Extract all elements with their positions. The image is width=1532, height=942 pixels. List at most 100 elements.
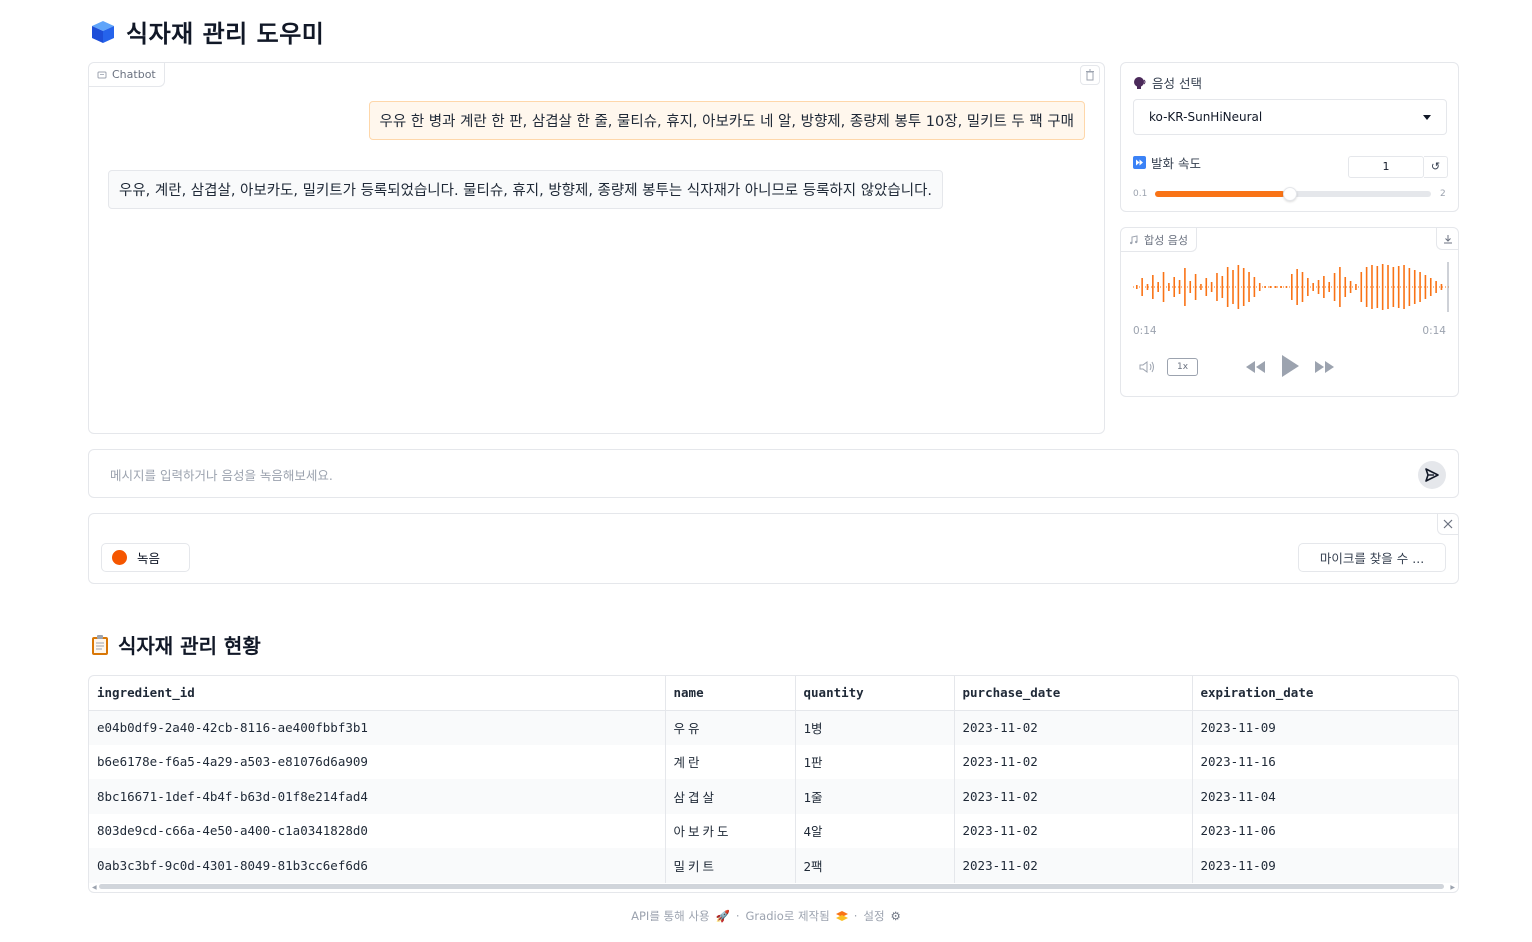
waveform-bar bbox=[1146, 284, 1149, 290]
record-button[interactable]: 녹음 bbox=[101, 543, 190, 572]
table-cell[interactable]: 아보카도 bbox=[665, 813, 796, 848]
table-cell[interactable]: 1판 bbox=[795, 744, 955, 779]
column-header[interactable]: purchase_date bbox=[954, 676, 1193, 711]
waveform-bar bbox=[1381, 264, 1384, 310]
table-cell[interactable]: 계란 bbox=[665, 744, 796, 779]
playback-rate-button[interactable]: 1x bbox=[1167, 358, 1198, 376]
rewind-icon bbox=[1246, 361, 1265, 373]
waveform-bar bbox=[1194, 274, 1197, 300]
audio-waveform[interactable] bbox=[1133, 262, 1449, 312]
inventory-table: ingredient_id name quantity purchase_dat… bbox=[89, 676, 1458, 883]
table-cell[interactable]: 2023-11-06 bbox=[1192, 814, 1458, 849]
voice-dropdown[interactable]: ko-KR-SunHiNeural bbox=[1133, 99, 1447, 135]
table-cell[interactable]: 2023-11-02 bbox=[954, 813, 1193, 848]
table-cell[interactable]: 1줄 bbox=[795, 779, 955, 814]
table-cell[interactable]: 803de9cd-c66a-4e50-a400-c1a0341828d0 bbox=[89, 813, 666, 848]
chatbot-panel: Chatbot 우유 한 병과 계란 한 판, 삼겹살 한 줄, 물티슈, 휴지… bbox=[88, 62, 1105, 434]
speed-reset-button[interactable]: ↺ bbox=[1424, 156, 1448, 178]
fast-forward-button[interactable] bbox=[1313, 358, 1337, 376]
app-header: 식자재 관리 도우미 bbox=[90, 14, 324, 49]
waveform-bar bbox=[1301, 272, 1304, 302]
speed-label: 발화 속도 bbox=[1133, 153, 1201, 172]
table-cell[interactable]: 2팩 bbox=[795, 848, 955, 883]
table-header-row: ingredient_id name quantity purchase_dat… bbox=[89, 676, 1458, 711]
play-button[interactable] bbox=[1278, 352, 1302, 380]
speed-slider-thumb[interactable] bbox=[1282, 187, 1297, 201]
page-title: 식자재 관리 도우미 bbox=[126, 20, 325, 48]
table-cell[interactable]: 2023-11-02 bbox=[954, 710, 1193, 745]
waveform-bar bbox=[1403, 265, 1405, 309]
waveform-bar bbox=[1221, 276, 1224, 298]
waveform-bar bbox=[1242, 268, 1245, 306]
message-input-placeholder[interactable]: 메시지를 입력하거나 음성을 녹음해보세요. bbox=[110, 465, 333, 484]
waveform-bar bbox=[1296, 269, 1298, 305]
table-cell[interactable]: 2023-11-04 bbox=[1192, 779, 1458, 814]
speed-slider[interactable] bbox=[1155, 187, 1431, 201]
horizontal-scrollbar[interactable] bbox=[99, 884, 1444, 889]
waveform-bar bbox=[1189, 281, 1192, 293]
table-cell[interactable]: 4알 bbox=[795, 813, 955, 848]
message-input-box[interactable]: 메시지를 입력하거나 음성을 녹음해보세요. bbox=[88, 449, 1459, 498]
voice-settings-panel: 음성 선택 ko-KR-SunHiNeural 발화 속도 1 ↺ 0.1 2 bbox=[1120, 62, 1459, 212]
play-icon bbox=[1282, 355, 1299, 377]
volume-button[interactable] bbox=[1137, 358, 1159, 376]
table-cell[interactable]: 1병 bbox=[795, 710, 955, 745]
table-cell[interactable]: 밀키트 bbox=[665, 848, 796, 883]
table-cell[interactable]: 8bc16671-1def-4b4f-b63d-01f8e214fad4 bbox=[89, 779, 666, 814]
user-message: 우유 한 병과 계란 한 판, 삼겹살 한 줄, 물티슈, 휴지, 아보카도 네… bbox=[368, 101, 1085, 140]
table-cell[interactable]: 2023-11-09 bbox=[1192, 710, 1458, 745]
audio-total-time: 0:14 bbox=[1422, 325, 1446, 337]
footer-api-link[interactable]: API를 통해 사용 bbox=[631, 908, 709, 924]
table-cell[interactable]: 우유 bbox=[665, 710, 796, 745]
chatbot-label: Chatbot bbox=[112, 68, 156, 81]
send-button[interactable] bbox=[1418, 461, 1446, 489]
waveform-bar bbox=[1392, 267, 1395, 307]
close-icon bbox=[1443, 519, 1453, 529]
music-note-icon bbox=[1130, 234, 1138, 244]
waveform-bar bbox=[1205, 278, 1208, 296]
scroll-left-icon[interactable]: ◀ bbox=[92, 884, 97, 891]
waveform-bar bbox=[1157, 282, 1159, 292]
column-header[interactable]: expiration_date bbox=[1192, 676, 1458, 711]
table-cell[interactable]: e04b0df9-2a40-42cb-8116-ae400fbbf3b1 bbox=[89, 710, 666, 745]
waveform-bar bbox=[1253, 277, 1256, 297]
table-cell[interactable]: 2023-11-16 bbox=[1192, 745, 1458, 780]
footer-gradio-link[interactable]: Gradio로 제작됨 bbox=[746, 908, 830, 924]
waveform-bar bbox=[1333, 273, 1336, 301]
waveform-bar bbox=[1360, 272, 1363, 302]
table-cell[interactable]: b6e6178e-f6a5-4a29-a503-e81076d6a909 bbox=[89, 744, 666, 779]
clear-chat-button[interactable] bbox=[1080, 65, 1100, 85]
waveform-bar bbox=[1371, 265, 1373, 309]
table-cell[interactable]: 2023-11-02 bbox=[954, 779, 1193, 814]
audio-current-time: 0:14 bbox=[1133, 325, 1157, 337]
chat-icon bbox=[97, 71, 107, 78]
column-header[interactable]: ingredient_id bbox=[89, 676, 666, 711]
waveform-bar bbox=[1152, 275, 1154, 299]
waveform-bar bbox=[1413, 270, 1416, 304]
rewind-button[interactable] bbox=[1243, 358, 1267, 376]
column-header[interactable]: quantity bbox=[795, 676, 955, 711]
download-button[interactable] bbox=[1436, 228, 1458, 250]
waveform-bar bbox=[1136, 285, 1138, 289]
column-header[interactable]: name bbox=[665, 676, 796, 711]
microphone-select-button[interactable]: 마이크를 찾을 수 ... bbox=[1298, 543, 1446, 572]
table-cell[interactable]: 2023-11-02 bbox=[954, 848, 1193, 883]
table-cell[interactable]: 2023-11-09 bbox=[1192, 848, 1458, 883]
table-cell[interactable]: 삼겹살 bbox=[665, 779, 796, 814]
footer-separator: · bbox=[735, 909, 740, 923]
scroll-right-icon[interactable]: ▶ bbox=[1450, 884, 1455, 891]
close-recorder-button[interactable] bbox=[1437, 514, 1458, 535]
waveform-bar bbox=[1419, 272, 1421, 302]
audio-label: 합성 음성 bbox=[1144, 233, 1188, 247]
waveform-bar bbox=[1323, 276, 1325, 298]
waveform-bar bbox=[1317, 280, 1320, 294]
speed-number-input[interactable]: 1 bbox=[1348, 156, 1424, 178]
voice-dropdown-value: ko-KR-SunHiNeural bbox=[1149, 110, 1263, 124]
audio-label-tag: 합성 음성 bbox=[1121, 228, 1197, 252]
table-cell[interactable]: 2023-11-02 bbox=[954, 744, 1193, 779]
reset-icon: ↺ bbox=[1430, 160, 1441, 173]
waveform-bar bbox=[1424, 275, 1427, 299]
waveform-bar bbox=[1387, 265, 1389, 309]
table-cell[interactable]: 0ab3c3bf-9c0d-4301-8049-81b3cc6ef6d6 bbox=[89, 848, 666, 883]
footer-settings-link[interactable]: 설정 bbox=[863, 908, 884, 924]
